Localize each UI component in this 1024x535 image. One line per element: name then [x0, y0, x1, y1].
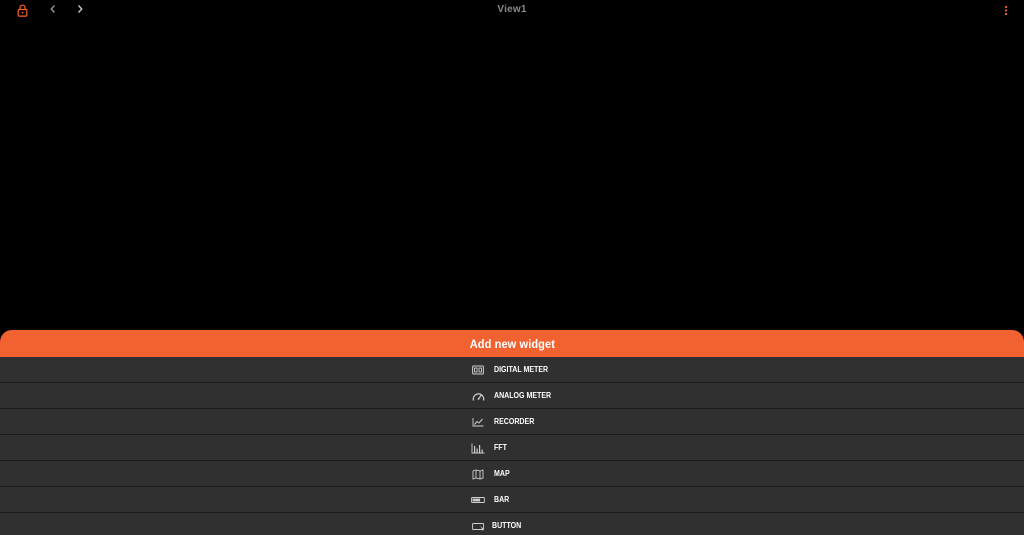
widget-item-digital-meter[interactable]: DIGITAL METER — [0, 357, 1024, 383]
gauge-icon — [472, 392, 484, 401]
widget-item-button[interactable]: BUTTON — [0, 513, 1024, 535]
widget-label: DIGITAL METER — [494, 365, 549, 374]
sheet-title: Add new widget — [469, 336, 555, 351]
widget-label: BAR — [494, 495, 510, 504]
digital-meter-icon — [472, 365, 484, 375]
widget-label: MAP — [494, 469, 510, 478]
bar-chart-icon — [471, 443, 485, 453]
add-widget-sheet: Add new widget DIGITAL METER ANALOG METE… — [0, 330, 1024, 535]
widget-item-fft[interactable]: FFT — [0, 435, 1024, 461]
widget-label: BUTTON — [492, 521, 522, 530]
app-root: View1 Add new widget DIGITAL METER ANALO… — [0, 0, 1024, 535]
widget-item-bar[interactable]: BAR — [0, 487, 1024, 513]
widget-item-recorder[interactable]: RECORDER — [0, 409, 1024, 435]
widget-item-map[interactable]: MAP — [0, 461, 1024, 487]
widget-list: DIGITAL METER ANALOG METER RECORDER FFT … — [0, 357, 1024, 535]
bar-icon — [471, 497, 485, 503]
widget-item-analog-meter[interactable]: ANALOG METER — [0, 383, 1024, 409]
top-bar: View1 — [0, 0, 1024, 20]
map-icon — [472, 468, 484, 480]
widget-label: RECORDER — [494, 417, 535, 426]
button-icon — [471, 522, 485, 531]
more-vert-icon — [1004, 5, 1008, 16]
widget-label: ANALOG METER — [494, 391, 552, 400]
more-options-button[interactable] — [1000, 3, 1012, 18]
view-title: View1 — [497, 4, 527, 15]
widget-label: FFT — [494, 443, 507, 452]
sheet-header: Add new widget — [0, 330, 1024, 357]
line-chart-icon — [472, 418, 484, 427]
